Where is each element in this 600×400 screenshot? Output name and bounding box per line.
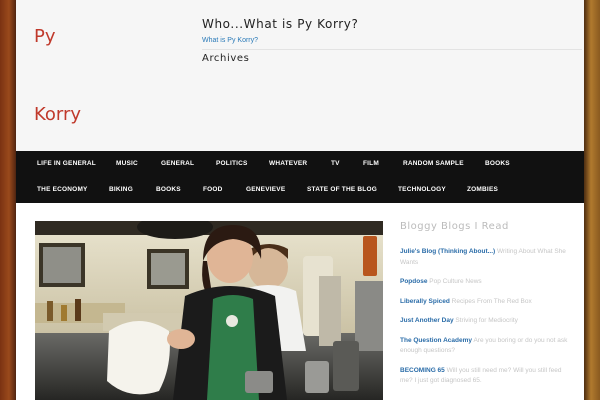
blogroll-description: Pop Culture News [427,278,482,285]
nav-item-zombies[interactable]: ZOMBIES [467,186,498,193]
nav-item-genevieve[interactable]: GENEVIEVE [246,186,285,193]
nav-item-life-in-general[interactable]: LIFE IN GENERAL [37,160,96,167]
nav-item-film[interactable]: FILM [363,160,379,167]
blogroll-sidebar: Bloggy Blogs I Read Julie's Blog (Thinki… [400,221,580,384]
blogroll-item: Just Another Day Striving for Mediocrity [400,316,570,327]
blogroll-link[interactable]: The Question Academy [400,337,472,344]
nav-item-food[interactable]: FOOD [203,186,223,193]
nav-item-tv[interactable]: TV [331,160,340,167]
nav-item-the-economy[interactable]: THE ECONOMY [37,186,88,193]
logo-line-1[interactable]: Py [34,28,56,46]
blogroll-link[interactable]: Popdose [400,278,427,285]
blogroll-title: Bloggy Blogs I Read [400,221,509,232]
header-divider [202,49,582,50]
nav-row-2: THE ECONOMY BIKING BOOKS FOOD GENEVIEVE … [16,177,584,203]
nav-item-whatever[interactable]: WHATEVER [269,160,307,167]
blogroll-link[interactable]: BECOMING 65 [400,367,445,374]
nav-item-music[interactable]: MUSIC [116,160,138,167]
nav-item-books[interactable]: BOOKS [485,160,510,167]
blogroll-link[interactable]: Just Another Day [400,317,454,324]
page-container: Py Korry Who...What is Py Korry? What is… [16,0,584,400]
blogroll-link[interactable]: Julie's Blog (Thinking About...) [400,248,495,255]
blogroll-description: Striving for Mediocrity [453,317,518,324]
nav-item-politics[interactable]: POLITICS [216,160,248,167]
blogroll-item: Liberally Spiced Recipes From The Red Bo… [400,297,570,308]
nav-row-1: LIFE IN GENERAL MUSIC GENERAL POLITICS W… [16,151,584,177]
blogroll-link[interactable]: Liberally Spiced [400,298,450,305]
nav-item-general[interactable]: GENERAL [161,160,194,167]
logo-line-2[interactable]: Korry [34,106,81,124]
nav-item-technology[interactable]: TECHNOLOGY [398,186,446,193]
blogroll-description: Recipes From The Red Box [449,297,532,305]
blogroll-item: Julie's Blog (Thinking About...) Writing… [400,247,570,268]
archives-heading: Archives [202,53,250,64]
blogroll-list: Julie's Blog (Thinking About...) Writing… [400,247,570,396]
blogroll-item: BECOMING 65 Will you still need me? Will… [400,366,570,387]
coffee-shop-photo [35,221,383,400]
blogroll-item: Popdose Pop Culture News [400,277,570,288]
nav-item-random-sample[interactable]: RANDOM SAMPLE [403,160,464,167]
nav-item-biking[interactable]: BIKING [109,186,133,193]
featured-post-image[interactable] [35,221,383,400]
header-page-title: Who...What is Py Korry? [202,17,359,31]
main-navigation: LIFE IN GENERAL MUSIC GENERAL POLITICS W… [16,151,584,203]
site-header: Py Korry Who...What is Py Korry? What is… [16,0,584,151]
nav-item-state-of-the-blog[interactable]: STATE OF THE BLOG [307,186,377,193]
blogroll-item: The Question Academy Are you boring or d… [400,336,570,357]
nav-item-books-2[interactable]: BOOKS [156,186,181,193]
header-page-link[interactable]: What is Py Korry? [202,37,258,44]
